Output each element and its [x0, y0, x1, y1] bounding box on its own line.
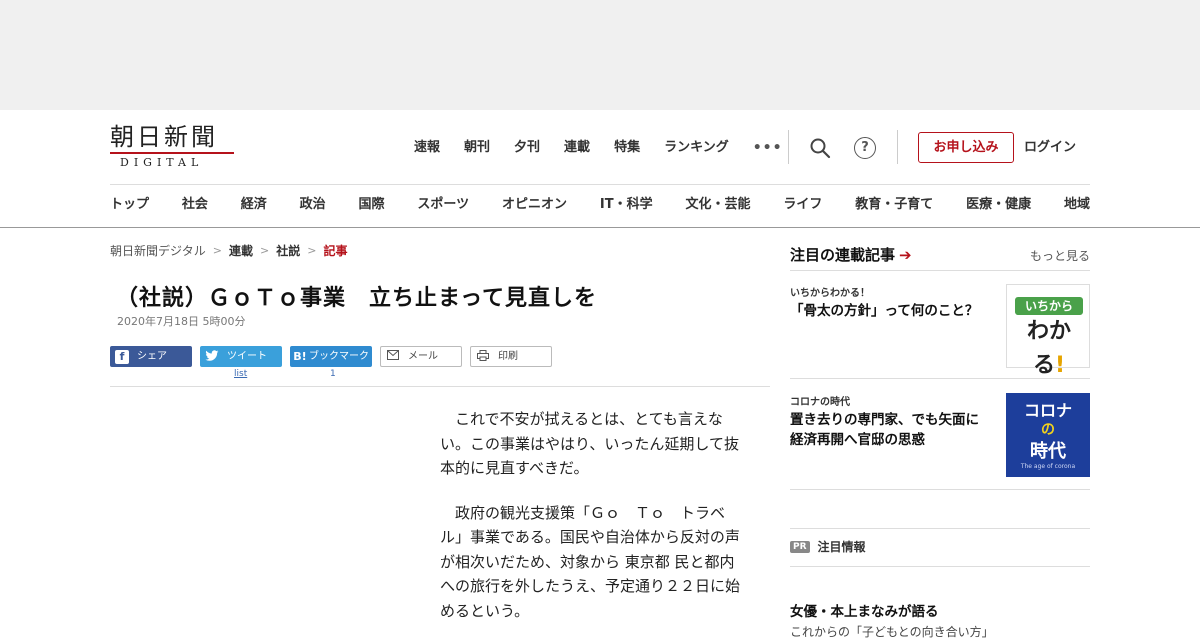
- article-paragraph: 政府の観光支援策「Ｇｏ Ｔｏ トラベル」事業である。国民や自治体から反対の声が相…: [440, 503, 741, 620]
- share-buttons: f シェア ツイート B! ブックマーク メール 印刷: [110, 346, 560, 367]
- more-menu-icon[interactable]: •••: [753, 140, 783, 156]
- hatena-bookmark-label: ブックマーク: [309, 351, 369, 362]
- category-nav: トップ 社会 経済 政治 国際 スポーツ オピニオン IT・科学 文化・芸能 ラ…: [110, 194, 1090, 216]
- twitter-share-button[interactable]: ツイート: [200, 346, 282, 367]
- sidebar-divider: [790, 528, 1090, 529]
- mail-share-button[interactable]: メール: [380, 346, 462, 367]
- printer-icon: [476, 349, 490, 364]
- sidebar-divider: [790, 270, 1090, 271]
- breadcrumb-separator: >: [260, 244, 270, 257]
- sidebar-divider: [790, 489, 1090, 490]
- login-link[interactable]: ログイン: [1024, 138, 1076, 158]
- nav-item-series[interactable]: 連載: [564, 138, 590, 158]
- category-sports[interactable]: スポーツ: [417, 194, 469, 216]
- thumbnail-label: !: [1054, 353, 1066, 378]
- article-divider: [110, 386, 770, 387]
- sidebar-title-text: 注目の連載記事: [790, 246, 896, 264]
- category-international[interactable]: 国際: [359, 194, 385, 216]
- facebook-share-button[interactable]: f シェア: [110, 346, 192, 367]
- category-divider: [110, 184, 1090, 185]
- twitter-count-link[interactable]: list: [234, 369, 247, 379]
- facebook-share-label: シェア: [137, 351, 167, 362]
- article-body: これで不安が拭えるとは、とても言えない。この事業はやはり、いったん延期して抜本的…: [440, 407, 746, 643]
- series-thumbnail[interactable]: いちから わかる!: [1006, 284, 1090, 378]
- category-health[interactable]: 医療・健康: [966, 194, 1031, 216]
- logo-main-text: 朝日新聞: [110, 123, 218, 151]
- thumbnail-label: The age of corona: [1020, 463, 1076, 470]
- breadcrumb: 朝日新聞デジタル > 連載 > 社説 > 記事: [110, 242, 347, 259]
- breadcrumb-separator: >: [307, 244, 317, 257]
- facebook-icon: f: [115, 349, 129, 364]
- hatena-bookmark-button[interactable]: B! ブックマーク: [290, 346, 372, 367]
- category-opinion[interactable]: オピニオン: [502, 194, 567, 216]
- site-header: 朝日新聞 DIGITAL 速報 朝刊 夕刊 連載 特集 ランキング ••• ? …: [0, 110, 1200, 228]
- category-it-science[interactable]: IT・科学: [600, 194, 653, 216]
- print-label: 印刷: [498, 351, 518, 362]
- mail-share-label: メール: [408, 351, 438, 362]
- category-education[interactable]: 教育・子育て: [855, 194, 933, 216]
- print-button[interactable]: 印刷: [470, 346, 552, 367]
- help-icon[interactable]: ?: [854, 137, 876, 159]
- article-paragraph: これで不安が拭えるとは、とても言えない。この事業はやはり、いったん延期して抜本的…: [440, 410, 739, 477]
- nav-item-features[interactable]: 特集: [614, 138, 640, 158]
- site-logo[interactable]: 朝日新聞 DIGITAL: [110, 124, 242, 170]
- sidebar-title[interactable]: 注目の連載記事 ➔: [790, 244, 912, 265]
- series-label[interactable]: コロナの時代: [790, 393, 850, 408]
- category-top[interactable]: トップ: [110, 194, 149, 216]
- category-life[interactable]: ライフ: [783, 194, 822, 216]
- breadcrumb-series[interactable]: 連載: [229, 242, 253, 259]
- twitter-share-label: ツイート: [227, 351, 267, 362]
- thumbnail-label: 時代: [1030, 441, 1066, 462]
- article-date: 2020年7月18日 5時00分: [117, 315, 246, 328]
- thumbnail-label: コロナ: [1023, 401, 1072, 420]
- hatena-count[interactable]: 1: [330, 369, 336, 379]
- nav-item-breaking[interactable]: 速報: [414, 138, 440, 158]
- category-society[interactable]: 社会: [182, 194, 208, 216]
- promo-title-link[interactable]: 女優・本上まなみが語る: [790, 600, 939, 620]
- sidebar-divider: [790, 566, 1090, 567]
- pr-section-label: 注目情報: [817, 540, 866, 554]
- category-culture[interactable]: 文化・芸能: [685, 194, 750, 216]
- series-article-link[interactable]: 置き去りの専門家、でも矢面に 経済再開へ官邸の思惑: [790, 410, 1000, 450]
- see-more-link[interactable]: もっと見る: [1030, 247, 1090, 264]
- nav-item-morning[interactable]: 朝刊: [464, 138, 490, 158]
- pr-badge: PR: [790, 540, 810, 553]
- logo-sub-text: DIGITAL: [110, 152, 234, 169]
- nav-item-ranking[interactable]: ランキング: [664, 138, 729, 158]
- thumbnail-art: いちから わかる!: [1015, 297, 1083, 378]
- twitter-icon: [205, 349, 219, 364]
- header-divider: [897, 130, 898, 164]
- article-title: （社説）ＧｏＴｏ事業 立ち止まって見直しを: [116, 286, 598, 311]
- breadcrumb-editorial[interactable]: 社説: [276, 242, 300, 259]
- category-politics[interactable]: 政治: [300, 194, 326, 216]
- breadcrumb-separator: >: [212, 244, 222, 257]
- series-thumbnail[interactable]: コロナ の 時代 The age of corona: [1006, 393, 1090, 477]
- thumbnail-label: わかる!: [1015, 315, 1083, 383]
- series-article-link[interactable]: 「骨太の方針」って何のこと？: [790, 301, 1000, 321]
- arrow-right-icon: ➔: [899, 246, 912, 264]
- category-region[interactable]: 地域: [1064, 194, 1090, 216]
- breadcrumb-current: 記事: [323, 244, 348, 258]
- top-nav: 速報 朝刊 夕刊 連載 特集 ランキング •••: [414, 138, 783, 158]
- ad-banner-area: [0, 0, 1200, 110]
- sidebar-divider: [790, 378, 1090, 379]
- hatena-bookmark-icon: B!: [293, 349, 307, 363]
- thumbnail-label: の: [1041, 422, 1055, 438]
- mail-icon: [386, 349, 400, 364]
- promo-subtitle[interactable]: これからの「子どもとの向き合い方」: [790, 623, 994, 640]
- subscribe-button[interactable]: お申し込み: [918, 132, 1014, 163]
- search-icon[interactable]: [809, 137, 831, 159]
- header-divider: [788, 130, 789, 164]
- pr-section-header: PR 注目情報: [790, 538, 866, 555]
- nav-item-evening[interactable]: 夕刊: [514, 138, 540, 158]
- thumbnail-label: いちから: [1015, 297, 1083, 315]
- breadcrumb-home[interactable]: 朝日新聞デジタル: [110, 242, 206, 259]
- series-label[interactable]: いちからわかる！: [790, 284, 870, 299]
- category-economy[interactable]: 経済: [241, 194, 267, 216]
